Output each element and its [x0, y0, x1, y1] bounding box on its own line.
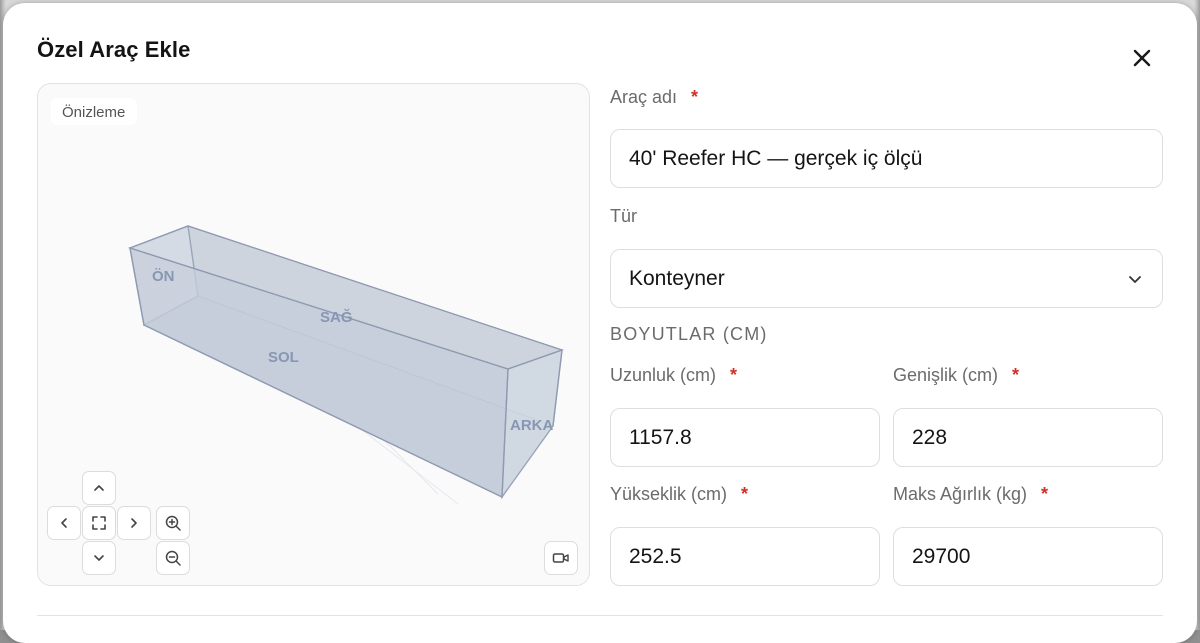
fit-view-icon	[92, 516, 106, 530]
length-label: Uzunluk (cm) *	[610, 365, 737, 386]
max-weight-label-text: Maks Ağırlık (kg)	[893, 484, 1028, 504]
type-select-value: Konteyner	[629, 266, 725, 290]
required-marker: *	[1041, 484, 1049, 504]
width-field[interactable]	[893, 408, 1163, 467]
zoom-out-icon	[165, 550, 181, 566]
face-label-left: SOL	[268, 349, 299, 366]
face-label-back: ARKA	[510, 417, 553, 434]
height-label-text: Yükseklik (cm)	[610, 484, 728, 504]
add-vehicle-modal: Özel Araç Ekle ÖN SAĞ SOL ARKA Önizleme …	[3, 3, 1197, 643]
length-input[interactable]	[629, 425, 879, 450]
name-input-field[interactable]	[610, 129, 1163, 188]
length-field[interactable]	[610, 408, 880, 467]
pan-up-button[interactable]	[82, 471, 116, 505]
max-weight-field[interactable]	[893, 527, 1163, 586]
required-marker: *	[741, 484, 749, 504]
zoom-in-icon	[165, 515, 181, 531]
dimensions-section-title: BOYUTLAR (CM)	[610, 324, 768, 344]
fit-view-button[interactable]	[82, 506, 116, 540]
camera-icon	[552, 553, 569, 563]
chevron-left-icon	[61, 518, 67, 528]
face-label-front: ÖN	[152, 268, 175, 285]
name-label-text: Araç adı	[610, 87, 678, 107]
name-input[interactable]	[629, 146, 1162, 171]
height-field[interactable]	[610, 527, 880, 586]
width-label-text: Genişlik (cm)	[893, 365, 999, 385]
zoom-out-button[interactable]	[156, 541, 190, 575]
pan-left-button[interactable]	[47, 506, 81, 540]
preview-panel[interactable]: ÖN SAĞ SOL ARKA Önizleme	[37, 83, 590, 586]
max-weight-input[interactable]	[912, 544, 1162, 569]
max-weight-label: Maks Ağırlık (kg) *	[893, 484, 1048, 505]
type-label: Tür	[610, 206, 637, 226]
required-marker: *	[691, 87, 699, 107]
name-label: Araç adı *	[610, 87, 698, 108]
height-input[interactable]	[629, 544, 879, 569]
modal-title: Özel Araç Ekle	[37, 37, 191, 62]
footer-divider	[37, 615, 1163, 616]
close-icon	[1133, 49, 1151, 67]
pan-right-button[interactable]	[117, 506, 151, 540]
preview-label: Önizleme	[51, 98, 138, 125]
required-marker: *	[1012, 365, 1020, 385]
chevron-right-icon	[131, 518, 137, 528]
height-label: Yükseklik (cm) *	[610, 484, 748, 505]
chevron-down-icon	[94, 555, 104, 561]
face-label-right: SAĞ	[320, 308, 353, 326]
required-marker: *	[730, 365, 738, 385]
width-label: Genişlik (cm) *	[893, 365, 1019, 386]
zoom-in-button[interactable]	[156, 506, 190, 540]
chevron-up-icon	[94, 485, 104, 491]
chevron-down-icon	[1129, 276, 1141, 283]
pan-down-button[interactable]	[82, 541, 116, 575]
camera-button[interactable]	[544, 541, 578, 575]
type-select[interactable]: Konteyner	[610, 249, 1163, 308]
close-button[interactable]	[1127, 43, 1157, 73]
width-input[interactable]	[912, 425, 1162, 450]
length-label-text: Uzunluk (cm)	[610, 365, 717, 385]
